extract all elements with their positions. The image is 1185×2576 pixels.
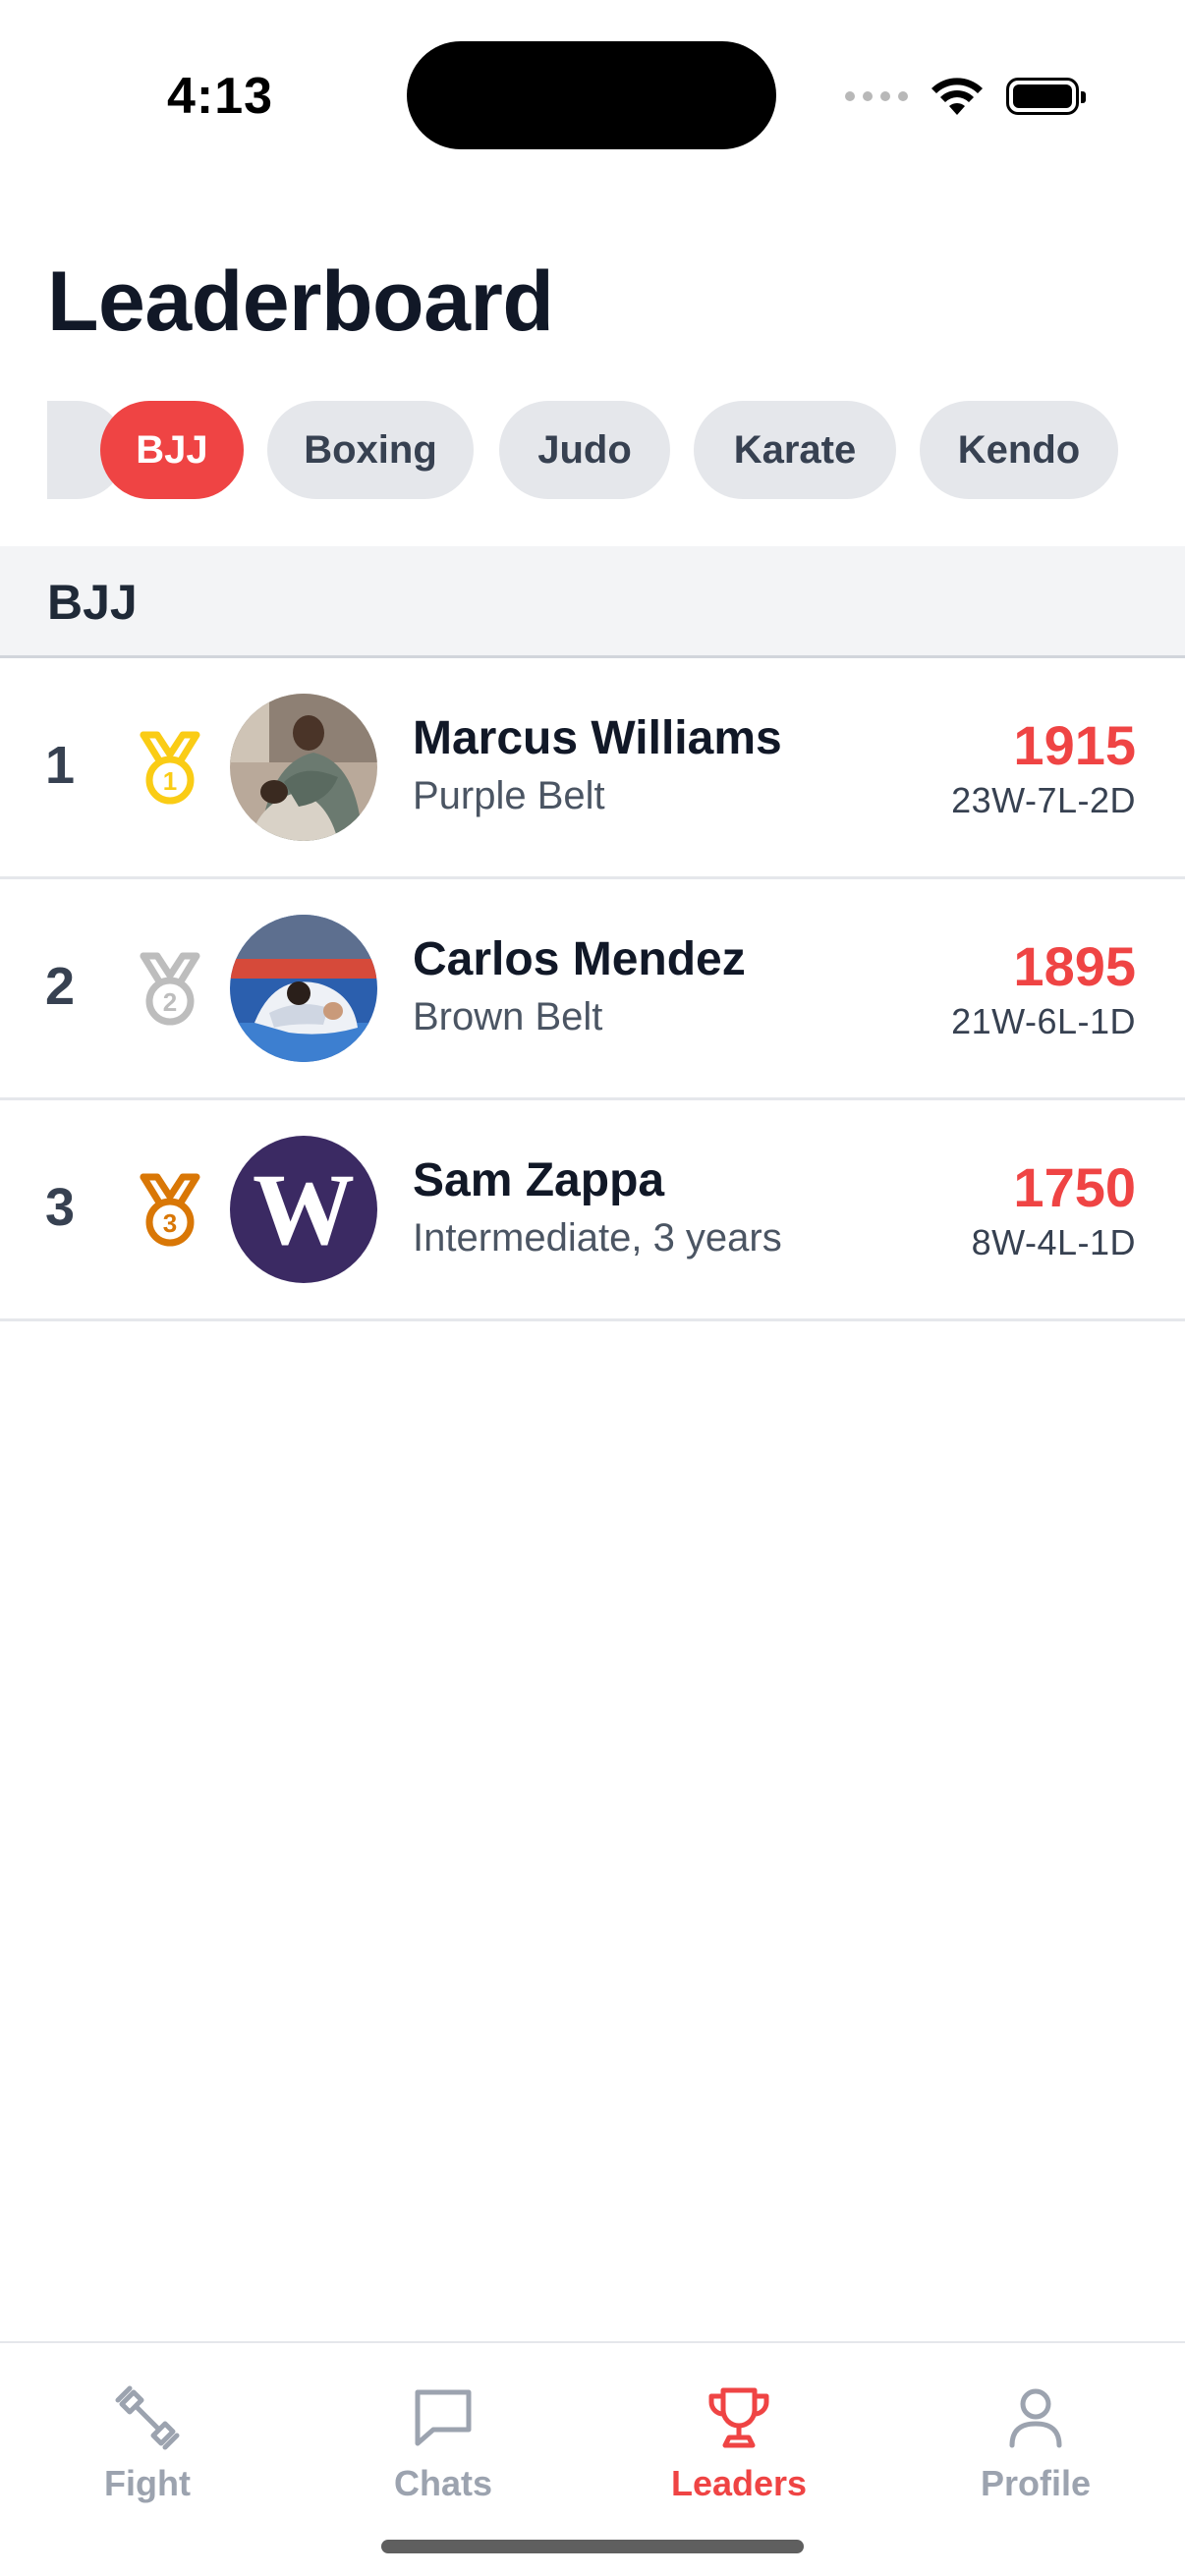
rank-number: 2 <box>45 957 76 1016</box>
leaderboard-row[interactable]: 2 2 Carlos Mendez Brown Belt 1895 21W-6L… <box>0 879 1185 1100</box>
player-record: 23W-7L-2D <box>951 780 1136 820</box>
person-icon <box>1009 2388 1062 2448</box>
tab-label: Leaders <box>670 2463 808 2503</box>
avatar: W <box>230 1136 377 1283</box>
rank-number: 3 <box>45 1178 76 1237</box>
avatar <box>230 694 377 841</box>
tab-chats[interactable]: Chats <box>325 2382 561 2510</box>
rank-number: 1 <box>45 736 76 795</box>
player-experience: Intermediate, 3 years <box>413 1216 782 1260</box>
leaderboard-row[interactable]: 1 1 Marcus Williams Purple Belt 1915 23W… <box>0 658 1185 879</box>
tab-fight[interactable]: Fight <box>29 2382 265 2510</box>
chat-bubble-icon <box>415 2389 472 2446</box>
tab-profile[interactable]: Profile <box>918 2382 1154 2510</box>
cellular-signal-icon <box>845 91 908 101</box>
sport-filter-chips[interactable]: BJJ Boxing Judo Karate Kendo <box>47 401 1185 499</box>
dynamic-island <box>407 41 776 149</box>
leaderboard-row[interactable]: 3 3 W Sam Zappa Intermediate, 3 years 17… <box>0 1100 1185 1321</box>
chip-karate[interactable]: Karate <box>694 401 896 499</box>
bronze-medal-icon: 3 <box>140 1173 200 1247</box>
player-rating: 1750 <box>1013 1156 1136 1218</box>
chip-judo[interactable]: Judo <box>499 401 670 499</box>
svg-text:3: 3 <box>163 1208 177 1238</box>
player-rating: 1915 <box>1013 714 1136 776</box>
tab-label: Profile <box>980 2463 1092 2503</box>
tab-label: Fight <box>104 2463 191 2503</box>
player-belt: Brown Belt <box>413 995 603 1038</box>
wifi-icon <box>931 78 983 115</box>
leaderboard-screen: 4:13 Leaderboard BJJ Boxing Judo Karate … <box>0 0 1185 2576</box>
player-name: Marcus Williams <box>413 712 782 764</box>
section-header-label: BJJ <box>47 575 138 630</box>
battery-icon <box>1006 78 1086 115</box>
silver-medal-icon: 2 <box>140 952 200 1026</box>
gold-medal-icon: 1 <box>140 731 200 805</box>
tab-leaders[interactable]: Leaders <box>621 2382 857 2510</box>
trophy-icon <box>708 2387 769 2448</box>
status-time: 4:13 <box>167 68 274 125</box>
avatar <box>230 915 377 1062</box>
chip-bjj[interactable]: BJJ <box>100 401 244 499</box>
player-name: Carlos Mendez <box>413 933 746 985</box>
svg-text:2: 2 <box>163 987 177 1017</box>
home-indicator[interactable] <box>381 2540 804 2553</box>
player-record: 21W-6L-1D <box>951 1001 1136 1041</box>
player-name: Sam Zappa <box>413 1154 665 1206</box>
section-header: BJJ <box>0 546 1185 658</box>
dumbbell-icon <box>115 2385 180 2450</box>
status-icons <box>845 69 1086 124</box>
tab-label: Chats <box>393 2463 493 2503</box>
player-belt: Purple Belt <box>413 774 605 817</box>
avatar-letter: W <box>253 1153 355 1266</box>
page-title: Leaderboard <box>47 254 554 349</box>
chip-kendo[interactable]: Kendo <box>920 401 1118 499</box>
svg-text:1: 1 <box>163 766 177 796</box>
player-rating: 1895 <box>1013 935 1136 997</box>
chip-boxing[interactable]: Boxing <box>267 401 474 499</box>
player-record: 8W-4L-1D <box>971 1222 1136 1262</box>
